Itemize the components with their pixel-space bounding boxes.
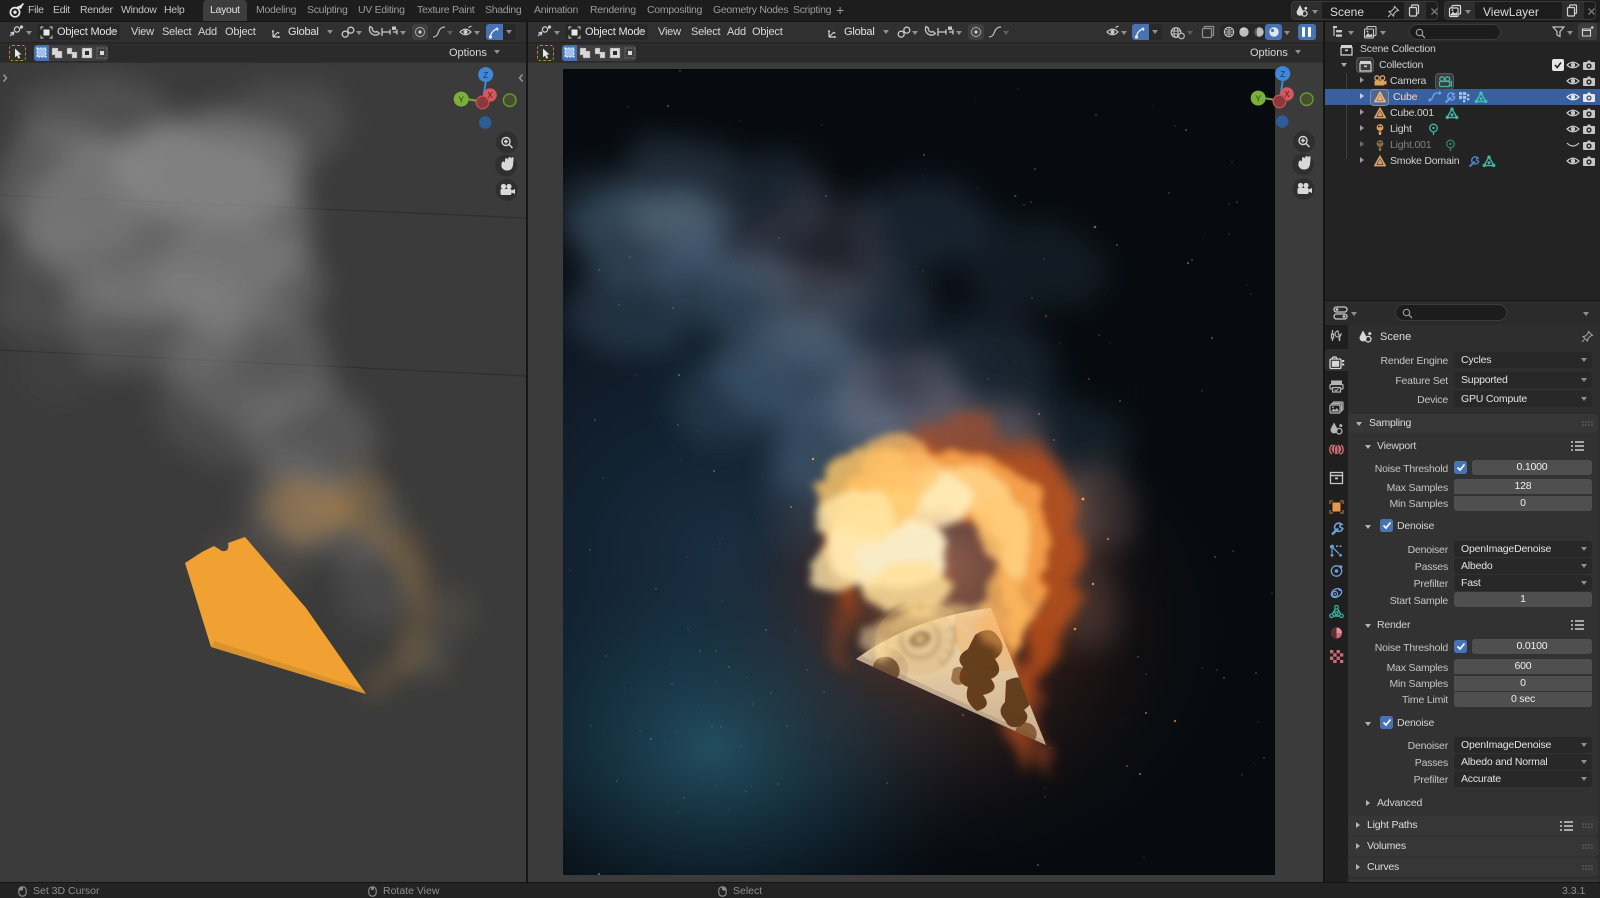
svg-text:Z: Z [1280, 69, 1285, 79]
svg-text:Z: Z [483, 70, 488, 80]
svg-text:Y: Y [458, 94, 464, 104]
svg-text:Y: Y [1255, 93, 1261, 103]
